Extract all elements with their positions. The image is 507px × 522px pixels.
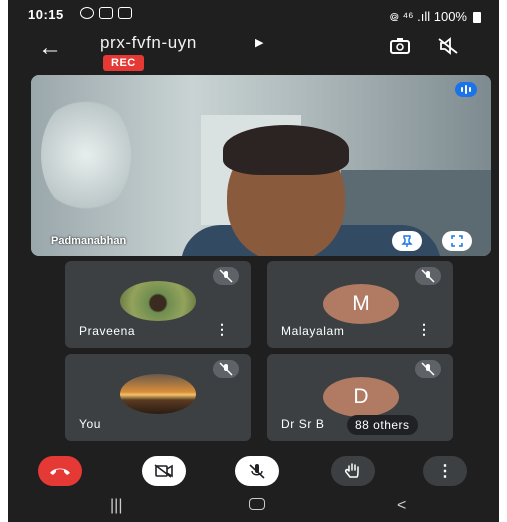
mic-off-icon <box>213 267 239 285</box>
avatar: D <box>323 377 399 417</box>
back-icon[interactable]: < <box>397 497 406 515</box>
video-fan <box>41 95 131 215</box>
mic-off-icon <box>415 360 441 378</box>
participant-name: Praveena <box>79 324 136 338</box>
system-nav-bar: ||| < <box>8 493 499 522</box>
status-time: 10:15 <box>28 7 64 22</box>
avatar <box>120 374 196 414</box>
gallery-notification-icon <box>118 7 132 19</box>
main-video-feed[interactable]: Padmanabhan <box>31 75 491 256</box>
mic-off-icon <box>213 360 239 378</box>
end-call-button[interactable] <box>38 456 82 486</box>
notification-icons <box>80 7 132 19</box>
participant-tile-praveena[interactable]: Praveena ⋮ <box>65 261 251 348</box>
mic-toggle-button[interactable] <box>235 456 279 486</box>
more-vert-icon[interactable]: ⋮ <box>215 321 229 338</box>
main-participant-name: Padmanabhan <box>51 235 127 247</box>
more-vert-icon[interactable]: ⋮ <box>417 321 431 338</box>
whatsapp-notification-icon <box>80 7 94 19</box>
fullscreen-icon[interactable] <box>442 231 472 251</box>
speaker-off-icon[interactable] <box>437 37 459 55</box>
avatar: M <box>323 284 399 324</box>
recent-apps-icon[interactable]: ||| <box>110 497 122 515</box>
hand-icon <box>345 463 359 478</box>
mic-off-icon <box>249 464 265 479</box>
speaking-indicator-icon <box>455 82 477 97</box>
recording-badge: REC <box>103 55 144 71</box>
participant-tile-you[interactable]: You <box>65 354 251 441</box>
camera-off-icon <box>154 464 173 478</box>
pin-icon[interactable] <box>392 231 422 251</box>
participant-tile-malayalam[interactable]: M Malayalam ⋮ <box>267 261 453 348</box>
participant-tile-others[interactable]: D Dr Sr B 88 others <box>267 354 453 441</box>
more-vert-icon: ⋮ <box>437 463 453 480</box>
call-controls: ⋮ <box>8 450 499 492</box>
camera-switch-icon[interactable] <box>389 37 411 55</box>
person-hair <box>223 125 349 175</box>
battery-icon <box>473 12 481 23</box>
phone-hangup-icon <box>50 468 70 475</box>
image-notification-icon <box>99 7 113 19</box>
raise-hand-button[interactable] <box>331 456 375 486</box>
meeting-code[interactable]: prx-fvfn-uyn <box>100 33 197 53</box>
meeting-header: ← prx-fvfn-uyn ▶ REC <box>8 30 499 72</box>
status-bar: 10:15 ᪤ ⁴⁶ .ıll 100% <box>8 0 499 30</box>
participant-name: Dr Sr B <box>281 417 325 431</box>
arrow-left-icon[interactable]: ← <box>38 34 62 62</box>
avatar <box>120 281 196 321</box>
mic-off-icon <box>415 267 441 285</box>
more-options-button[interactable]: ⋮ <box>423 456 467 486</box>
chevron-right-icon[interactable]: ▶ <box>255 36 263 49</box>
phone-screen: 10:15 ᪤ ⁴⁶ .ıll 100% ← prx-fvfn-uyn ▶ RE… <box>8 0 499 522</box>
others-count-badge[interactable]: 88 others <box>347 415 418 435</box>
participant-name: Malayalam <box>281 324 345 338</box>
camera-toggle-button[interactable] <box>142 456 186 486</box>
status-right: ᪤ ⁴⁶ .ıll 100% <box>390 7 481 28</box>
signal-battery-text: ᪤ ⁴⁶ .ıll 100% <box>389 9 467 24</box>
home-icon[interactable] <box>249 497 265 515</box>
participant-name: You <box>79 417 102 431</box>
